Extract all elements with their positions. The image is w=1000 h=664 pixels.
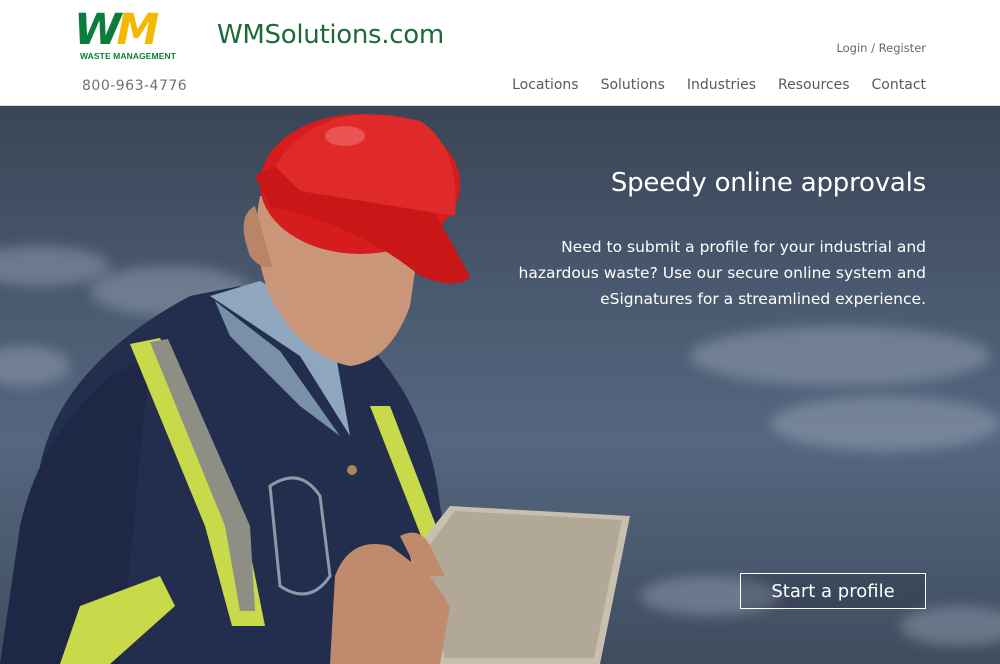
nav-industries[interactable]: Industries — [687, 77, 756, 93]
wm-logo-subtitle: WASTE MANAGEMENT — [80, 51, 177, 61]
cloud — [770, 396, 1000, 451]
site-header: WM WASTE MANAGEMENT WMSolutions.com Logi… — [0, 0, 1000, 106]
start-profile-button[interactable]: Start a profile — [740, 573, 926, 609]
nav-solutions[interactable]: Solutions — [601, 77, 665, 93]
main-nav: Locations Solutions Industries Resources… — [512, 77, 926, 93]
site-name[interactable]: WMSolutions.com — [217, 20, 444, 50]
cloud — [690, 326, 990, 386]
login-register-link[interactable]: Login / Register — [836, 41, 926, 55]
hero-description: Need to submit a profile for your indust… — [518, 238, 927, 308]
hero-banner: Speedy online approvals Need to submit a… — [0, 106, 1000, 664]
phone-number[interactable]: 800-963-4776 — [82, 78, 187, 94]
wm-logo[interactable]: WM WASTE MANAGEMENT — [74, 5, 208, 62]
nav-resources[interactable]: Resources — [778, 77, 850, 93]
nav-contact[interactable]: Contact — [872, 77, 926, 93]
wm-logo-mark: WM — [74, 5, 159, 55]
cloud — [900, 606, 1000, 646]
worker-photo — [0, 114, 630, 664]
hero-title: Speedy online approvals — [610, 168, 926, 198]
nav-locations[interactable]: Locations — [512, 77, 579, 93]
